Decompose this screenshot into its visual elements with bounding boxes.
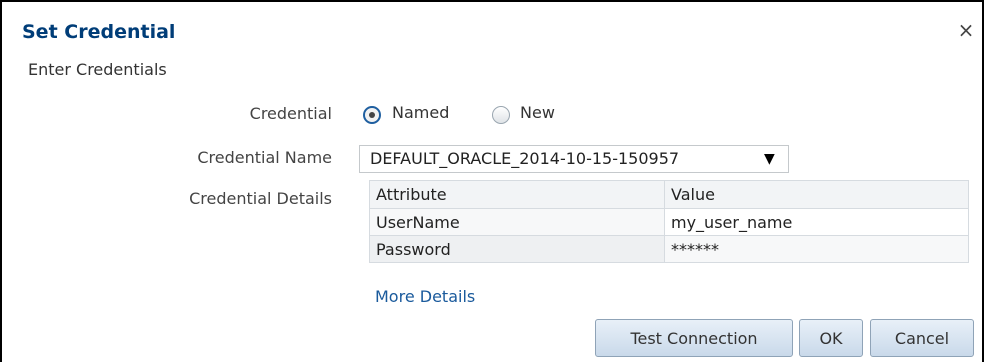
credential-name-value: DEFAULT_ORACLE_2014-10-15-150957 <box>370 149 680 168</box>
dropdown-arrow-icon: ▼ <box>764 151 775 167</box>
test-connection-button[interactable]: Test Connection <box>595 319 793 357</box>
credential-name-select[interactable]: DEFAULT_ORACLE_2014-10-15-150957 ▼ <box>359 145 789 173</box>
attribute-cell: Password <box>369 235 665 263</box>
new-radio-label[interactable]: New <box>520 103 555 122</box>
close-icon[interactable]: × <box>957 19 975 41</box>
dialog-title: Set Credential <box>22 21 176 43</box>
table-header-row: Attribute Value <box>369 180 969 209</box>
new-radio-button[interactable] <box>492 106 510 124</box>
more-details-link[interactable]: More Details <box>375 287 475 306</box>
credential-name-label: Credential Name <box>197 148 332 167</box>
ok-button[interactable]: OK <box>799 319 863 357</box>
table-row: UserName my_user_name <box>369 208 969 236</box>
table-row: Password ****** <box>369 235 969 263</box>
password-value-field[interactable]: ****** <box>664 235 969 263</box>
dialog-subtitle: Enter Credentials <box>28 60 167 79</box>
named-radio-button[interactable] <box>363 106 381 124</box>
credential-label: Credential <box>249 104 332 123</box>
named-radio-label[interactable]: Named <box>392 103 449 122</box>
credential-details-label: Credential Details <box>189 189 332 208</box>
column-header-value: Value <box>664 180 969 209</box>
set-credential-dialog: Set Credential × Enter Credentials Crede… <box>0 0 984 362</box>
column-header-attribute: Attribute <box>369 180 665 209</box>
cancel-button[interactable]: Cancel <box>870 319 974 357</box>
username-value-field[interactable]: my_user_name <box>664 208 969 236</box>
credential-details-table: Attribute Value UserName my_user_name Pa… <box>369 180 969 263</box>
attribute-cell: UserName <box>369 208 665 236</box>
